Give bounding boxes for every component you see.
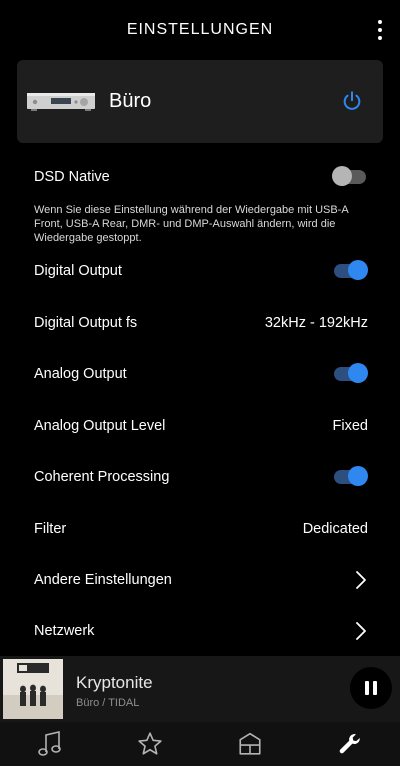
setting-other-settings[interactable]: Andere Einstellungen [34, 560, 368, 600]
bottom-nav [0, 722, 400, 766]
track-source: Büro / TIDAL [76, 697, 140, 709]
app-header: EINSTELLUNGEN [0, 0, 400, 60]
setting-label: Andere Einstellungen [34, 572, 172, 588]
pause-button[interactable] [350, 667, 392, 709]
setting-label: Analog Output [34, 366, 127, 382]
setting-label: Analog Output Level [34, 418, 166, 434]
music-note-icon [38, 730, 61, 756]
setting-dsd-native[interactable]: DSD Native [34, 157, 368, 197]
amplifier-device-icon [27, 93, 95, 111]
now-playing-bar[interactable]: Kryptonite Büro / TIDAL [0, 656, 400, 722]
setting-value: Dedicated [302, 521, 368, 537]
setting-analog-output-level[interactable]: Analog Output Level Fixed [34, 406, 368, 446]
more-options-icon[interactable] [374, 20, 386, 40]
chevron-right-icon[interactable] [354, 569, 368, 591]
setting-digital-output-fs[interactable]: Digital Output fs 32kHz - 192kHz [34, 303, 368, 343]
setting-coherent-processing[interactable]: Coherent Processing [34, 457, 368, 497]
setting-label: Filter [34, 521, 67, 537]
setting-value: Fixed [332, 418, 368, 434]
nav-music[interactable] [25, 722, 75, 766]
wrench-icon [339, 734, 360, 754]
chevron-right-icon[interactable] [354, 620, 368, 642]
setting-value: 32kHz - 192kHz [264, 315, 368, 331]
home-icon [239, 732, 261, 755]
nav-favorites[interactable] [125, 722, 175, 766]
setting-label: Digital Output [34, 263, 122, 279]
nav-settings[interactable] [325, 722, 375, 766]
setting-label: Netzwerk [34, 623, 95, 639]
page-title: EINSTELLUNGEN [126, 21, 274, 38]
setting-label: Digital Output fs [34, 315, 138, 331]
setting-label: DSD Native [34, 169, 110, 185]
star-icon [138, 732, 162, 755]
analog-output-toggle[interactable] [332, 363, 368, 385]
pause-icon [365, 681, 369, 695]
device-card[interactable]: Büro [17, 60, 383, 143]
setting-filter[interactable]: Filter Dedicated [34, 509, 368, 549]
power-icon[interactable] [341, 90, 363, 112]
setting-digital-output[interactable]: Digital Output [34, 251, 368, 291]
coherent-processing-toggle[interactable] [332, 466, 368, 488]
setting-label: Coherent Processing [34, 469, 170, 485]
setting-network[interactable]: Netzwerk [34, 611, 368, 651]
dsd-native-toggle[interactable] [332, 166, 368, 188]
track-title: Kryptonite [76, 673, 153, 692]
dsd-native-note: Wenn Sie diese Einstellung während der W… [34, 204, 349, 244]
digital-output-toggle[interactable] [332, 260, 368, 282]
setting-analog-output[interactable]: Analog Output [34, 354, 368, 394]
nav-home[interactable] [225, 722, 275, 766]
album-art[interactable] [3, 659, 63, 719]
device-name: Büro [109, 90, 152, 112]
